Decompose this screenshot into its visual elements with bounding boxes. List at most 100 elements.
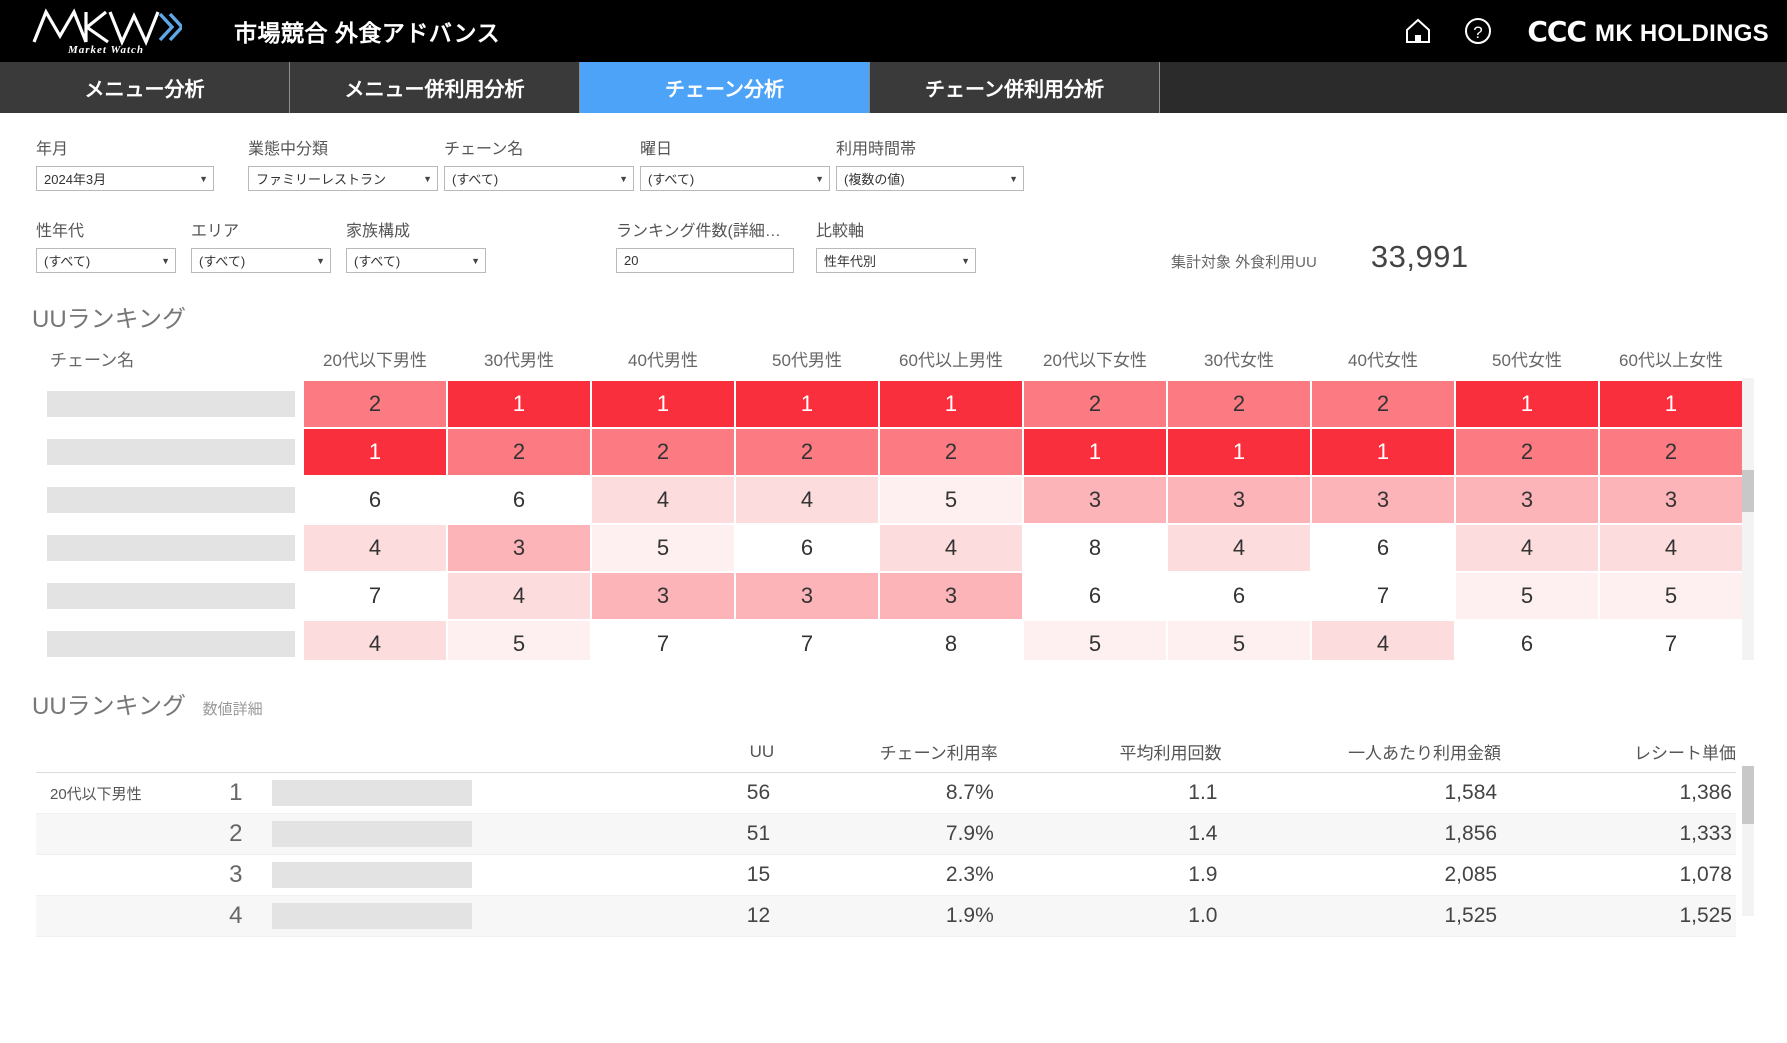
heatmap-cell[interactable]: 1 (1311, 428, 1455, 476)
list-item[interactable]: 3152.3%1.92,0851,078 (36, 855, 1736, 896)
heatmap-vertical-scrollbar[interactable] (1742, 378, 1754, 660)
receipt-unit-price-cell: 1,078 (1501, 855, 1736, 896)
heatmap-cell[interactable]: 1 (735, 381, 879, 428)
heatmap-cell[interactable]: 6 (1023, 572, 1167, 620)
table-row[interactable]: 7433366755 (36, 572, 1743, 620)
heatmap-cell[interactable]: 4 (447, 572, 591, 620)
gender-age-select[interactable]: (すべて) ▼ (36, 248, 176, 273)
heatmap-cell[interactable]: 6 (1311, 524, 1455, 572)
heatmap-cell[interactable]: 2 (879, 428, 1023, 476)
heatmap-cell[interactable]: 7 (591, 620, 735, 660)
list-item[interactable]: 2517.9%1.41,8561,333 (36, 814, 1736, 855)
heatmap-cell[interactable]: 4 (1311, 620, 1455, 660)
heatmap-cell[interactable]: 3 (1455, 476, 1599, 524)
compare-axis-select[interactable]: 性年代別 ▼ (816, 248, 976, 273)
chevron-down-icon: ▼ (961, 256, 970, 266)
heatmap-cell[interactable]: 6 (735, 524, 879, 572)
heatmap-cell[interactable]: 1 (1023, 428, 1167, 476)
heatmap-cell[interactable]: 4 (1455, 524, 1599, 572)
table-row[interactable]: 4577855467 (36, 620, 1743, 660)
tab-menu-analysis[interactable]: メニュー分析 (0, 62, 290, 113)
filter-business-category: 業態中分類 ファミリーレストラン ▼ (248, 135, 444, 191)
heatmap-cell[interactable]: 2 (447, 428, 591, 476)
home-icon[interactable] (1401, 14, 1435, 48)
list-item[interactable]: 20代以下男性1568.7%1.11,5841,386 (36, 773, 1736, 814)
filter-row-primary: 年月 2024年3月 ▼ 業態中分類 ファミリーレストラン ▼ チェーン名 (す… (36, 135, 1787, 191)
heatmap-cell[interactable]: 1 (879, 381, 1023, 428)
filter-label: 業態中分類 (248, 135, 444, 159)
ranking-count-input[interactable]: 20 (616, 248, 794, 273)
heatmap-cell[interactable]: 6 (447, 476, 591, 524)
avg-visits-cell: 1.1 (998, 773, 1222, 814)
heatmap-cell[interactable]: 6 (1455, 620, 1599, 660)
heatmap-col-header: 40代女性 (1311, 340, 1455, 381)
heatmap-cell[interactable]: 6 (303, 476, 447, 524)
heatmap-cell[interactable]: 5 (591, 524, 735, 572)
heatmap-cell[interactable]: 4 (735, 476, 879, 524)
heatmap-cell[interactable]: 7 (1599, 620, 1743, 660)
scrollbar-thumb[interactable] (1742, 766, 1754, 824)
heatmap-cell[interactable]: 6 (1167, 572, 1311, 620)
time-slot-select[interactable]: (複数の値) ▼ (836, 166, 1024, 191)
table-row[interactable]: 6644533333 (36, 476, 1743, 524)
heatmap-cell[interactable]: 8 (879, 620, 1023, 660)
heatmap-cell[interactable]: 4 (879, 524, 1023, 572)
year-month-select[interactable]: 2024年3月 ▼ (36, 166, 214, 191)
heatmap-cell[interactable]: 5 (1455, 572, 1599, 620)
heatmap-cell[interactable]: 2 (1455, 428, 1599, 476)
heatmap-cell[interactable]: 7 (1311, 572, 1455, 620)
heatmap-cell[interactable]: 2 (303, 381, 447, 428)
heatmap-cell[interactable]: 8 (1023, 524, 1167, 572)
tab-menu-cross-use-analysis[interactable]: メニュー併利用分析 (290, 62, 580, 113)
heatmap-cell[interactable]: 2 (1167, 381, 1311, 428)
heatmap-cell[interactable]: 5 (447, 620, 591, 660)
heatmap-cell[interactable]: 5 (1023, 620, 1167, 660)
heatmap-cell[interactable]: 4 (303, 620, 447, 660)
help-icon[interactable]: ? (1461, 14, 1495, 48)
business-category-select[interactable]: ファミリーレストラン ▼ (248, 166, 438, 191)
heatmap-cell[interactable]: 5 (879, 476, 1023, 524)
chain-name-select[interactable]: (すべて) ▼ (444, 166, 634, 191)
family-structure-select[interactable]: (すべて) ▼ (346, 248, 486, 273)
heatmap-cell[interactable]: 4 (1167, 524, 1311, 572)
heatmap-cell[interactable]: 3 (1311, 476, 1455, 524)
heatmap-cell[interactable]: 1 (591, 381, 735, 428)
heatmap-cell[interactable]: 3 (591, 572, 735, 620)
heatmap-cell[interactable]: 3 (1167, 476, 1311, 524)
heatmap-cell[interactable]: 2 (591, 428, 735, 476)
heatmap-cell[interactable]: 1 (1167, 428, 1311, 476)
heatmap-cell[interactable]: 5 (1167, 620, 1311, 660)
list-item[interactable]: 4121.9%1.01,5251,525 (36, 896, 1736, 937)
heatmap-cell[interactable]: 2 (1599, 428, 1743, 476)
table-row[interactable]: 1222211122 (36, 428, 1743, 476)
weekday-select[interactable]: (すべて) ▼ (640, 166, 830, 191)
heatmap-cell[interactable]: 7 (735, 620, 879, 660)
select-value: 2024年3月 (44, 169, 106, 188)
heatmap-cell[interactable]: 1 (303, 428, 447, 476)
heatmap-cell[interactable]: 3 (447, 524, 591, 572)
heatmap-cell[interactable]: 1 (1599, 381, 1743, 428)
table-row[interactable]: 2111122211 (36, 381, 1743, 428)
tab-chain-cross-use-analysis[interactable]: チェーン併利用分析 (870, 62, 1160, 113)
area-select[interactable]: (すべて) ▼ (191, 248, 331, 273)
heatmap-cell[interactable]: 7 (303, 572, 447, 620)
heatmap-cell[interactable]: 4 (591, 476, 735, 524)
heatmap-cell[interactable]: 2 (1023, 381, 1167, 428)
heatmap-cell[interactable]: 5 (1599, 572, 1743, 620)
heatmap-cell[interactable]: 4 (303, 524, 447, 572)
heatmap-col-header: 30代男性 (447, 340, 591, 381)
heatmap-cell[interactable]: 2 (1311, 381, 1455, 428)
scrollbar-thumb[interactable] (1742, 470, 1754, 512)
heatmap-cell[interactable]: 4 (1599, 524, 1743, 572)
heatmap-cell[interactable]: 3 (879, 572, 1023, 620)
heatmap-cell[interactable]: 1 (1455, 381, 1599, 428)
heatmap-cell[interactable]: 2 (735, 428, 879, 476)
heatmap-cell[interactable]: 3 (1599, 476, 1743, 524)
table-row[interactable]: 4356484644 (36, 524, 1743, 572)
heatmap-cell[interactable]: 3 (735, 572, 879, 620)
heatmap-cell[interactable]: 3 (1023, 476, 1167, 524)
heatmap-cell[interactable]: 1 (447, 381, 591, 428)
detail-vertical-scrollbar[interactable] (1742, 766, 1754, 916)
tab-chain-analysis[interactable]: チェーン分析 (580, 62, 870, 113)
per-person-amount-cell: 2,085 (1221, 855, 1501, 896)
